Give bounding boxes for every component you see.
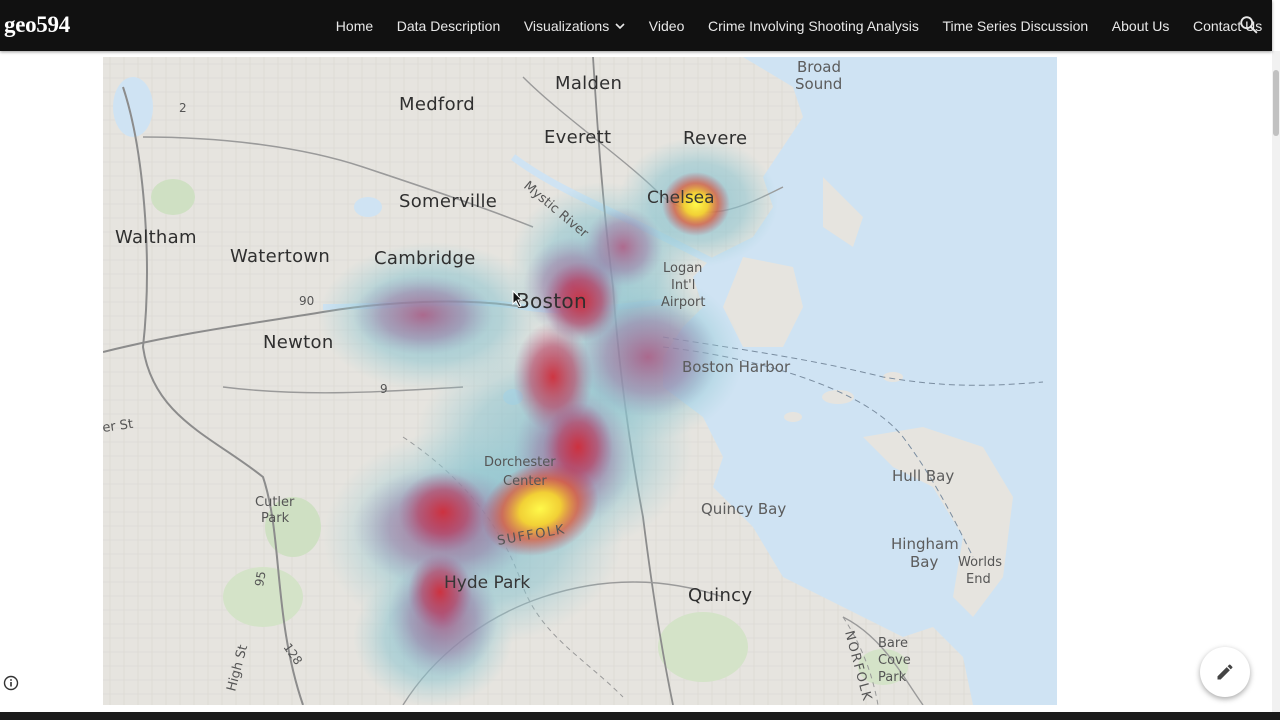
page-scrollbar-thumb[interactable] [1273,70,1279,136]
nav-contact-us[interactable]: Contact Us [1181,0,1274,51]
blue-hills-area [658,612,748,682]
label-dorchester-2: Center [503,474,547,489]
nav-time-series[interactable]: Time Series Discussion [931,0,1100,51]
label-route-95: 95 [252,570,268,587]
label-watertown: Watertown [230,246,330,267]
crime-heatmap[interactable]: Malden Medford Everett Revere Broad Soun… [103,57,1057,705]
nav-visualizations-label: Visualizations [523,17,610,34]
label-bare-cove-1: Bare [878,636,908,651]
label-broad-sound-2: Sound [795,75,842,93]
bottom-bar [0,712,1280,720]
site-header: geo594 Home Data Description Visualizati… [0,0,1272,51]
pencil-icon [1217,664,1233,680]
label-medford: Medford [399,94,475,115]
info-icon[interactable] [3,675,19,691]
nav-about-us[interactable]: About Us [1100,0,1181,51]
page-scrollbar-track[interactable] [1272,51,1280,712]
label-route-2: 2 [179,101,187,115]
nav-video[interactable]: Video [637,0,696,51]
main-nav: Home Data Description Visualizations Vid… [324,0,1274,51]
label-worlds-end-2: End [966,572,991,587]
label-chelsea: Chelsea [647,188,715,208]
label-dorchester-1: Dorchester [484,455,556,470]
label-everett: Everett [544,127,611,148]
label-hull-bay: Hull Bay [892,467,954,485]
label-route-90: 90 [299,294,314,308]
chevron-down-icon [615,22,625,29]
label-route-9: 9 [380,382,388,396]
nav-data-description[interactable]: Data Description [385,0,512,51]
label-worlds-end-1: Worlds [958,555,1002,570]
pond [354,197,382,217]
label-hingham-1: Hingham [891,535,959,553]
park-area [151,179,195,215]
label-logan-1: Logan [663,261,702,276]
label-logan-3: Airport [661,295,706,310]
harbor-island-3 [883,372,903,382]
label-cutler-2: Park [261,511,290,526]
label-cutler-1: Cutler [255,495,295,510]
label-revere: Revere [683,128,747,149]
label-quincy-bay: Quincy Bay [701,500,786,518]
nav-shooting-analysis[interactable]: Crime Involving Shooting Analysis [696,0,930,51]
harbor-island-2 [784,412,802,422]
label-malden: Malden [555,73,622,94]
label-bare-cove-3: Park [878,670,907,685]
label-boston: Boston [516,289,587,313]
label-waltham: Waltham [115,227,197,248]
label-newton: Newton [263,332,334,353]
label-hingham-2: Bay [910,553,938,571]
label-bare-cove-2: Cove [878,653,911,668]
label-broad-sound-1: Broad [797,58,841,76]
label-logan-2: Int'l [671,278,695,293]
label-somerville: Somerville [399,191,497,212]
nav-home[interactable]: Home [324,0,385,51]
search-icon[interactable] [1238,14,1260,36]
heatmap-svg: Malden Medford Everett Revere Broad Soun… [103,57,1057,705]
label-hyde-park: Hyde Park [444,573,530,593]
label-cambridge: Cambridge [374,248,476,269]
label-boston-harbor: Boston Harbor [682,358,791,376]
site-title[interactable]: geo594 [4,12,70,38]
label-quincy: Quincy [688,585,752,606]
edit-button[interactable] [1200,647,1250,697]
nav-visualizations[interactable]: Visualizations [512,0,637,51]
